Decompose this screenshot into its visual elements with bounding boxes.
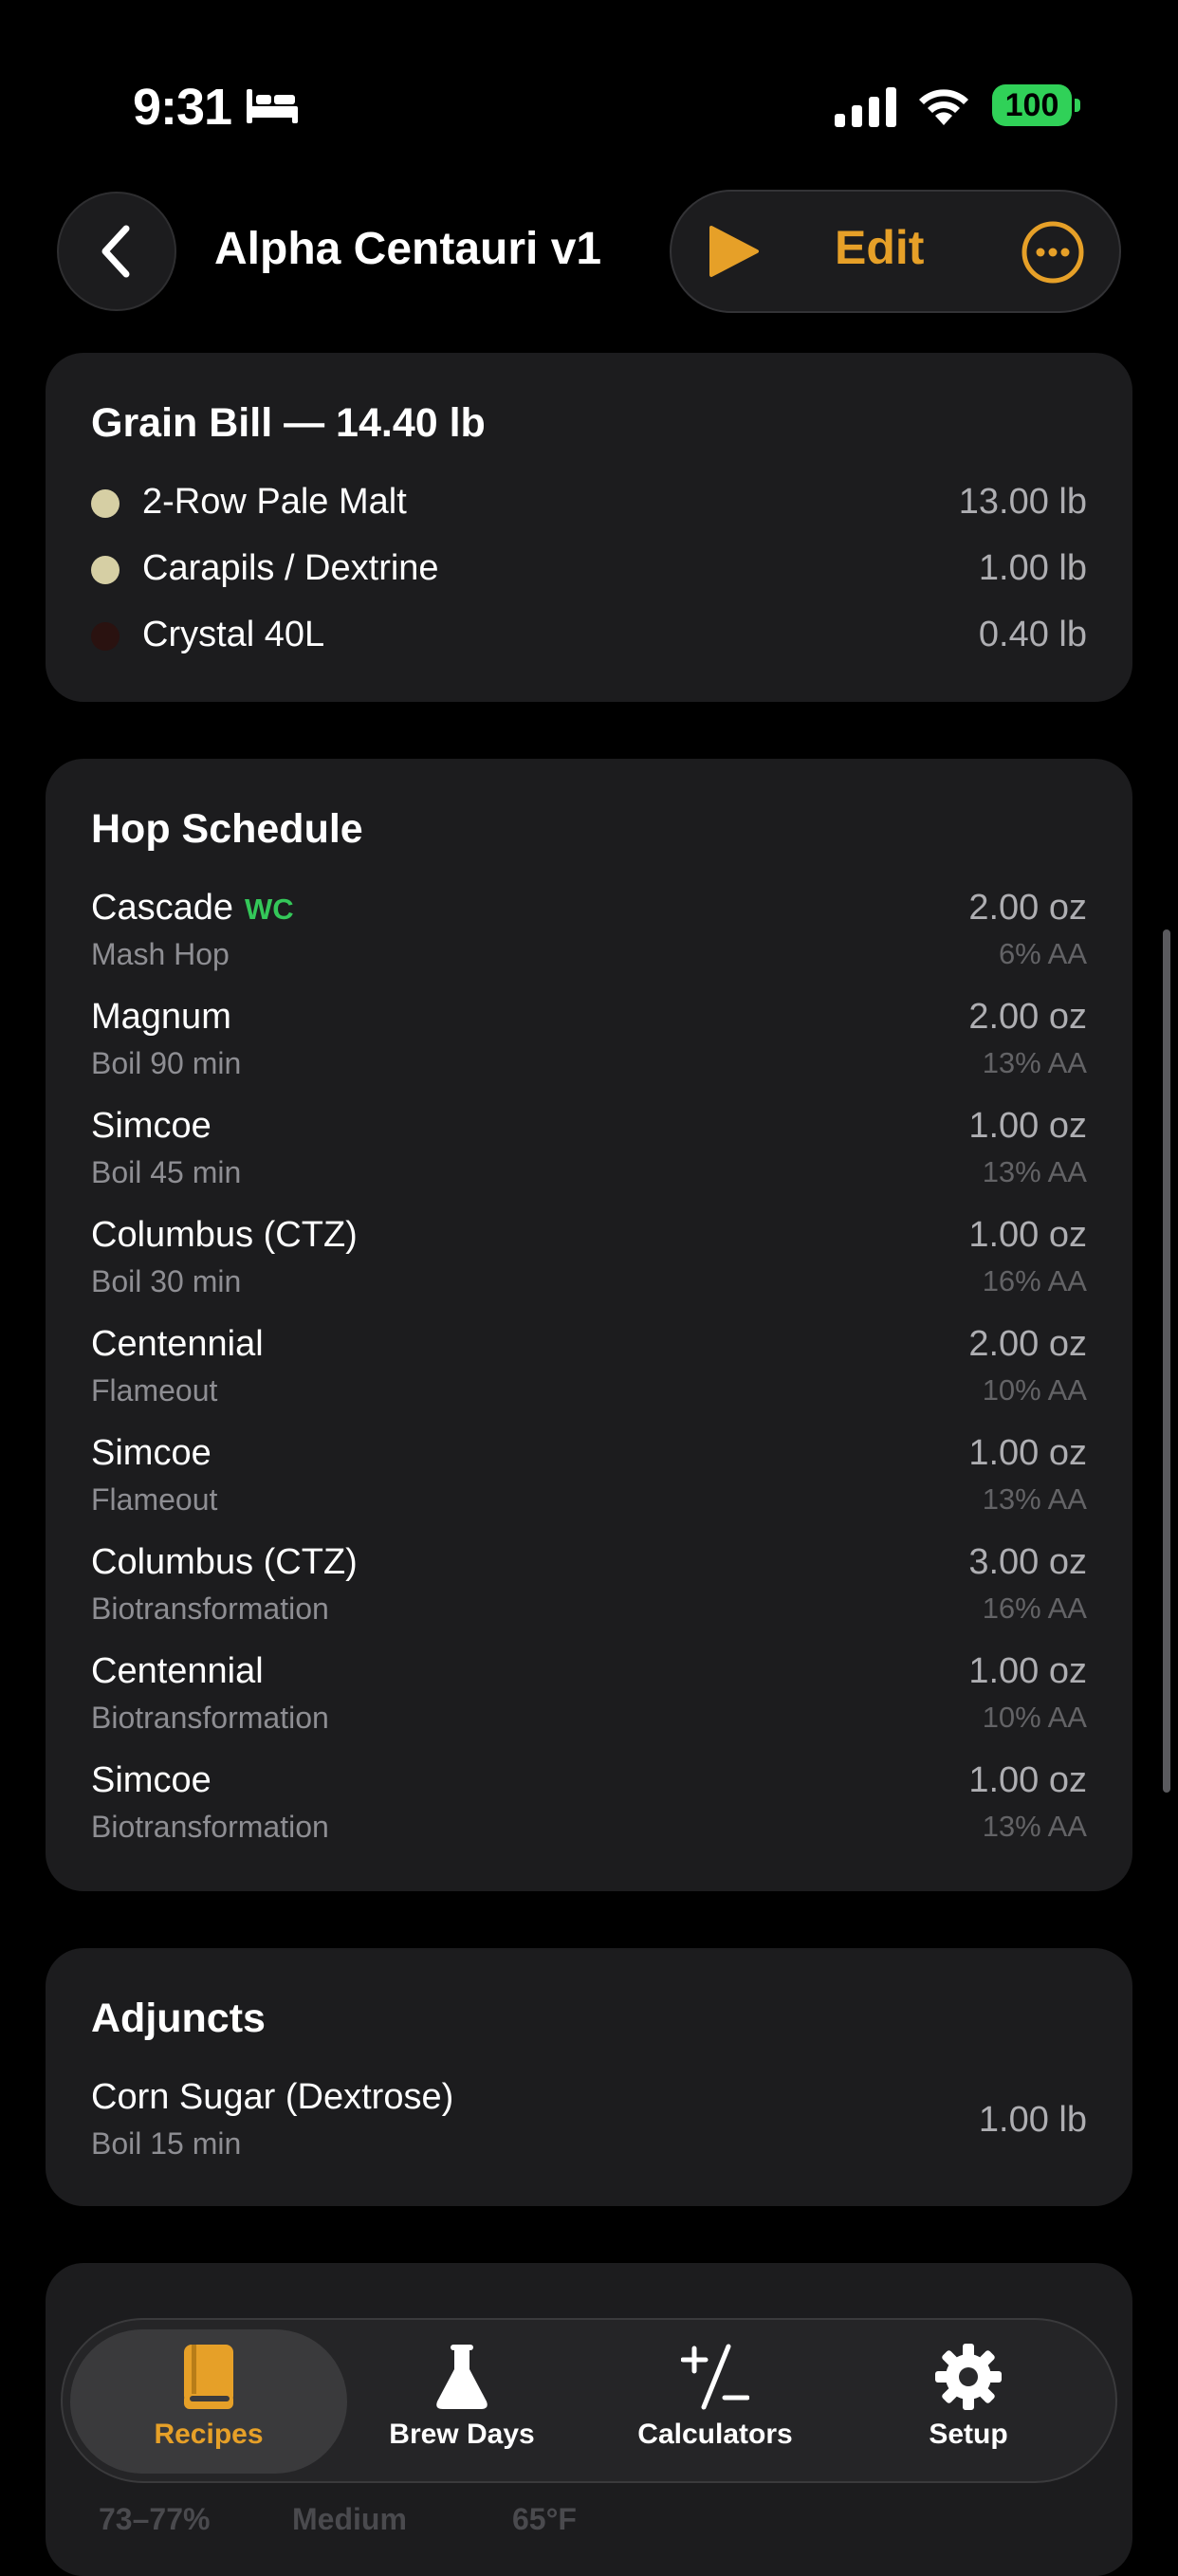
hop-use: Boil 90 min xyxy=(91,1046,242,1080)
hop-schedule-card: Hop Schedule Cascade WC Mash Hop 2.00 oz … xyxy=(46,759,1132,1891)
hop-alpha-acid: 13% AA xyxy=(982,1810,1087,1843)
hop-alpha-acid: 13% AA xyxy=(982,1155,1087,1188)
hop-name: Magnum xyxy=(91,997,231,1037)
back-button[interactable] xyxy=(57,192,176,311)
plus-minus-icon xyxy=(681,2344,749,2410)
tab-brew-days[interactable]: Brew Days xyxy=(348,2343,576,2451)
scroll-indicator[interactable] xyxy=(1163,929,1170,1793)
hop-amount: 1.00 oz xyxy=(968,1651,1087,1691)
yeast-temperature: 65°F xyxy=(512,2502,577,2536)
recipe-title: Alpha Centauri v1 xyxy=(214,224,602,274)
hop-name: Columbus (CTZ) xyxy=(91,1215,358,1255)
tab-label: Brew Days xyxy=(389,2419,535,2450)
hop-amount: 1.00 oz xyxy=(968,1433,1087,1473)
bed-icon xyxy=(247,89,298,123)
adjuncts-title: Adjuncts xyxy=(91,1996,266,2041)
tab-setup[interactable]: Setup xyxy=(855,2343,1082,2451)
hop-schedule-title: Hop Schedule xyxy=(91,806,363,852)
tab-label: Setup xyxy=(929,2419,1008,2450)
yeast-attenuation: 73–77% xyxy=(99,2502,211,2536)
more-icon[interactable] xyxy=(1021,220,1085,285)
grain-color-dot-2 xyxy=(91,556,120,584)
adjunct-amount: 1.00 lb xyxy=(978,2100,1087,2140)
grain-color-dot-1 xyxy=(91,489,120,518)
hop-amount: 1.00 oz xyxy=(968,1760,1087,1800)
gear-icon xyxy=(935,2344,1002,2410)
grain-name: Carapils / Dextrine xyxy=(142,548,439,588)
hop-amount: 1.00 oz xyxy=(968,1215,1087,1255)
adjunct-name: Corn Sugar (Dextrose) xyxy=(91,2077,454,2117)
adjunct-use: Boil 15 min xyxy=(91,2126,242,2161)
play-icon[interactable] xyxy=(708,224,761,279)
whirlpool-tag: WC xyxy=(244,892,294,926)
tab-recipes[interactable]: Recipes xyxy=(95,2343,322,2451)
hop-amount: 2.00 oz xyxy=(968,888,1087,928)
hop-use: Flameout xyxy=(91,1373,218,1408)
hop-use: Biotransformation xyxy=(91,1701,329,1735)
hop-name: Cascade WC xyxy=(91,888,294,929)
hop-alpha-acid: 13% AA xyxy=(982,1046,1087,1079)
hop-name: Columbus (CTZ) xyxy=(91,1542,358,1582)
grain-amount: 1.00 lb xyxy=(978,548,1087,588)
hop-amount: 1.00 oz xyxy=(968,1106,1087,1146)
hop-name: Simcoe xyxy=(91,1433,212,1473)
battery-indicator: 100 xyxy=(992,84,1072,126)
battery-nub xyxy=(1075,99,1080,112)
tab-label: Calculators xyxy=(637,2419,793,2450)
edit-button[interactable]: Edit xyxy=(835,220,924,275)
grain-color-dot-3 xyxy=(91,622,120,651)
hop-alpha-acid: 6% AA xyxy=(998,937,1087,970)
hop-use: Boil 30 min xyxy=(91,1264,242,1298)
book-icon xyxy=(184,2345,233,2409)
adjuncts-card: Adjuncts Corn Sugar (Dextrose) Boil 15 m… xyxy=(46,1948,1132,2206)
hop-alpha-acid: 13% AA xyxy=(982,1482,1087,1516)
hop-use: Flameout xyxy=(91,1482,218,1517)
hop-amount: 3.00 oz xyxy=(968,1542,1087,1582)
hop-alpha-acid: 16% AA xyxy=(982,1592,1087,1625)
hop-use: Biotransformation xyxy=(91,1592,329,1626)
hop-use: Boil 45 min xyxy=(91,1155,242,1189)
grain-amount: 13.00 lb xyxy=(958,482,1087,522)
grain-bill-title: Grain Bill — 14.40 lb xyxy=(91,400,486,446)
grain-amount: 0.40 lb xyxy=(978,615,1087,654)
hop-name: Centennial xyxy=(91,1651,264,1691)
hop-name-text: Cascade xyxy=(91,888,233,928)
grain-name: 2-Row Pale Malt xyxy=(142,482,407,522)
cellular-signal-icon xyxy=(835,87,896,127)
status-time: 9:31 xyxy=(133,79,232,136)
hop-name: Simcoe xyxy=(91,1106,212,1146)
hop-alpha-acid: 10% AA xyxy=(982,1373,1087,1407)
hop-name: Centennial xyxy=(91,1324,264,1364)
hop-name: Simcoe xyxy=(91,1760,212,1800)
grain-name: Crystal 40L xyxy=(142,615,325,654)
hop-use: Biotransformation xyxy=(91,1810,329,1844)
tab-label: Recipes xyxy=(154,2419,264,2450)
tab-calculators[interactable]: Calculators xyxy=(601,2343,829,2451)
hop-use: Mash Hop xyxy=(91,937,230,971)
hop-alpha-acid: 16% AA xyxy=(982,1264,1087,1297)
grain-bill-card: Grain Bill — 14.40 lb 2-Row Pale Malt 13… xyxy=(46,353,1132,702)
hop-alpha-acid: 10% AA xyxy=(982,1701,1087,1734)
chevron-left-icon xyxy=(101,225,130,278)
wifi-icon xyxy=(919,89,968,125)
flask-icon xyxy=(436,2345,488,2409)
yeast-flocculation: Medium xyxy=(292,2502,407,2536)
hop-amount: 2.00 oz xyxy=(968,997,1087,1037)
hop-amount: 2.00 oz xyxy=(968,1324,1087,1364)
